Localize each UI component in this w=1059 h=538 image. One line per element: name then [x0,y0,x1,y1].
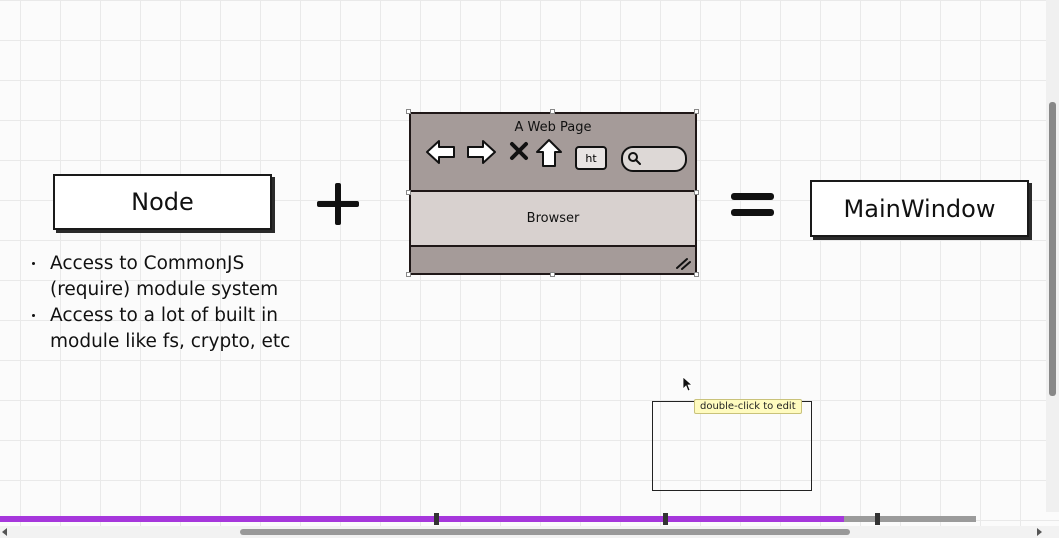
selection-handle[interactable] [406,272,411,277]
resize-grip-icon [676,258,691,270]
browser-title: A Web Page [514,120,592,135]
main-window-box-label: MainWindow [843,194,996,223]
horizontal-scrollbar[interactable] [0,526,1059,538]
bullet-item: Access to CommonJS (require) module syst… [29,251,329,303]
browser-mockup[interactable]: A Web Page ht Browser [409,112,697,275]
scroll-right-arrow-icon[interactable] [1037,528,1042,536]
equals-symbol[interactable] [731,193,774,219]
home-icon [536,139,562,167]
url-field-icon: ht [575,146,607,170]
timeline-marker[interactable] [663,513,668,525]
timeline-marker[interactable] [434,513,439,525]
selection-handle[interactable] [694,109,699,114]
horizontal-scrollbar-thumb[interactable] [240,529,850,535]
selection-handle[interactable] [406,190,411,195]
plus-symbol[interactable] [317,183,359,225]
browser-content: Browser [411,190,695,247]
bullet-list[interactable]: Access to CommonJS (require) module syst… [29,251,329,355]
search-icon [628,152,641,165]
mouse-cursor-icon [682,376,694,392]
forward-arrow-icon [467,140,496,164]
back-arrow-icon [426,140,455,164]
selection-handle[interactable] [694,190,699,195]
browser-content-label: Browser [526,211,580,226]
vertical-scrollbar-thumb[interactable] [1049,102,1056,396]
timeline-track[interactable] [0,516,976,522]
main-window-box[interactable]: MainWindow [810,180,1029,237]
vertical-scrollbar[interactable] [1046,0,1059,512]
search-field [621,146,687,172]
node-box[interactable]: Node [53,174,272,230]
selection-handle[interactable] [550,109,555,114]
selection-handle[interactable] [406,109,411,114]
url-field-text: ht [585,151,597,165]
timeline-progress [0,516,845,522]
timeline-marker[interactable] [875,513,880,525]
selection-handle[interactable] [694,272,699,277]
scroll-left-arrow-icon[interactable] [2,528,7,536]
empty-rectangle[interactable] [652,401,812,491]
stop-icon [510,142,528,160]
bullet-item: Access to a lot of built in module like … [29,303,329,355]
node-box-label: Node [131,188,194,216]
selection-handle[interactable] [550,272,555,277]
edit-tooltip: double-click to edit [694,399,802,414]
